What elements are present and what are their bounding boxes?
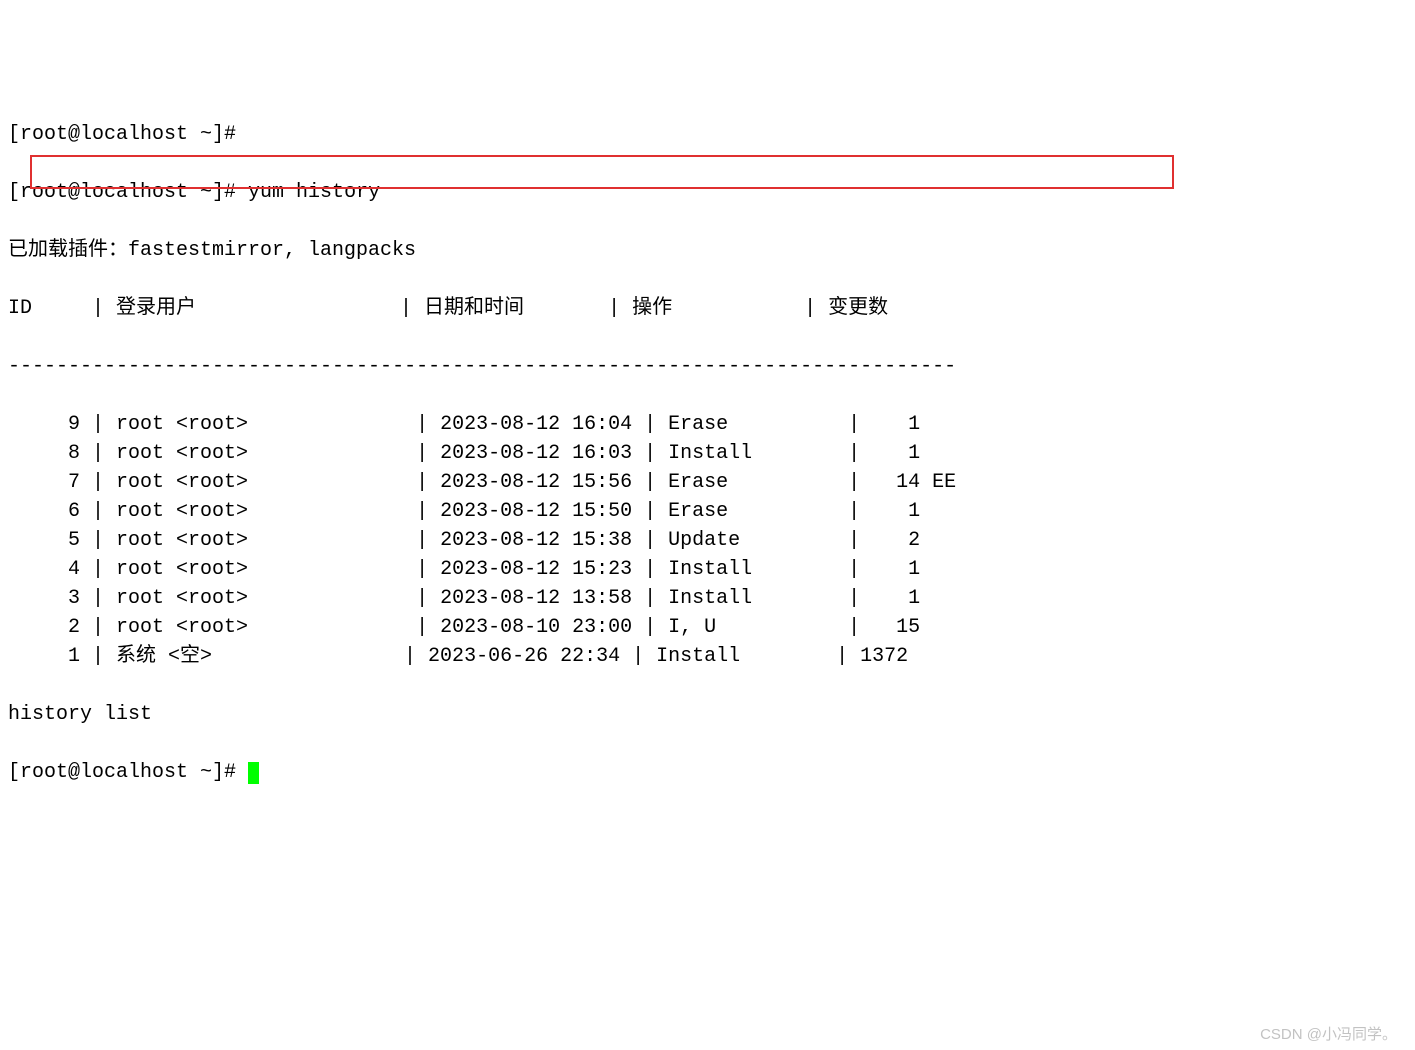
table-row: 9 | root <root> | 2023-08-12 16:04 | Era…	[8, 410, 1407, 439]
footer-line: history list	[8, 700, 1407, 729]
table-row: 1 | 系统 <空> | 2023-06-26 22:34 | Install …	[8, 642, 1407, 671]
table-row: 7 | root <root> | 2023-08-12 15:56 | Era…	[8, 468, 1407, 497]
shell-prompt: [root@localhost ~]#	[8, 123, 248, 146]
separator-line: ----------------------------------------…	[8, 352, 1407, 381]
command-text: yum history	[248, 181, 380, 204]
shell-prompt: [root@localhost ~]#	[8, 181, 248, 204]
watermark-text: CSDN @小冯同学。	[1260, 1024, 1397, 1046]
table-row: 5 | root <root> | 2023-08-12 15:38 | Upd…	[8, 526, 1407, 555]
table-row: 2 | root <root> | 2023-08-10 23:00 | I, …	[8, 613, 1407, 642]
table-row: 6 | root <root> | 2023-08-12 15:50 | Era…	[8, 497, 1407, 526]
table-row: 3 | root <root> | 2023-08-12 13:58 | Ins…	[8, 584, 1407, 613]
cursor-icon	[248, 762, 259, 784]
table-row: 4 | root <root> | 2023-08-12 15:23 | Ins…	[8, 555, 1407, 584]
command-line: [root@localhost ~]# yum history	[8, 178, 1407, 207]
table-header: ID | 登录用户 | 日期和时间 | 操作 | 变更数	[8, 294, 1407, 323]
prompt-line-empty: [root@localhost ~]#	[8, 120, 1407, 149]
table-row: 8 | root <root> | 2023-08-12 16:03 | Ins…	[8, 439, 1407, 468]
plugins-line: 已加载插件：fastestmirror, langpacks	[8, 236, 1407, 265]
prompt-line-cursor[interactable]: [root@localhost ~]#	[8, 758, 1407, 787]
shell-prompt: [root@localhost ~]#	[8, 761, 248, 784]
